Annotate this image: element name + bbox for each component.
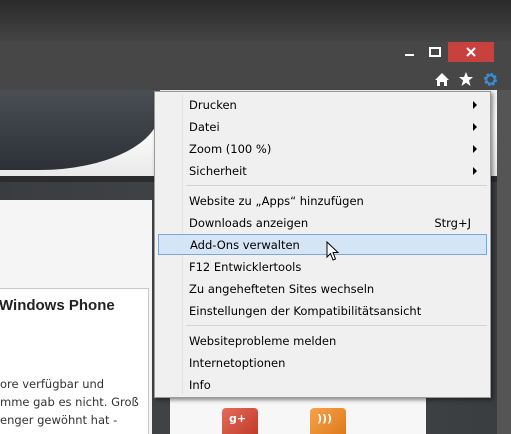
menu-item-internetoptionen[interactable]: Internetoptionen [158, 352, 487, 373]
menu-item-info[interactable]: Info [158, 374, 487, 395]
news-line: mme gab es nicht. Groß [0, 395, 139, 409]
home-icon[interactable] [433, 70, 451, 88]
close-button[interactable] [448, 42, 494, 62]
news-excerpt: ore verfügbar und mme gab es nicht. Groß… [0, 375, 139, 429]
menu-separator [186, 325, 487, 326]
google-plus-app-icon[interactable]: g+ [222, 408, 258, 434]
tools-gear-icon[interactable] [481, 70, 499, 88]
menu-item-sicherheit[interactable]: Sicherheit [158, 160, 487, 181]
menu-item-label: Internetoptionen [189, 355, 286, 370]
vertical-scrollbar[interactable] [497, 90, 511, 434]
menu-item-datei[interactable]: Datei [158, 116, 487, 137]
minimize-button[interactable] [396, 42, 422, 62]
favorites-star-icon[interactable] [457, 70, 475, 88]
maximize-button[interactable] [422, 42, 448, 62]
menu-item-label: Einstellungen der Kompatibilitätsansicht [189, 303, 422, 318]
maximize-icon [429, 47, 441, 57]
news-article-card[interactable]: Windows Phone ore verfügbar und mme gab … [0, 288, 149, 434]
menu-item-shortcut: Strg+J [434, 215, 471, 230]
menu-item-einstellungen-der-kompatibilitätsansicht[interactable]: Einstellungen der Kompatibilitätsansicht [158, 300, 487, 321]
menu-item-label: F12 Entwicklertools [189, 259, 302, 274]
menu-item-label: Add-Ons verwalten [190, 237, 300, 252]
menu-item-label: Zoom (100 %) [189, 141, 272, 156]
menu-item-label: Website zu „Apps“ hinzufügen [189, 193, 364, 208]
submenu-arrow-icon [473, 101, 477, 109]
submenu-arrow-icon [473, 123, 477, 131]
menu-item-website-zu-apps-hinzufügen[interactable]: Website zu „Apps“ hinzufügen [158, 190, 487, 211]
menu-item-f12-entwicklertools[interactable]: F12 Entwicklertools [158, 256, 487, 277]
menu-separator [186, 185, 487, 186]
submenu-arrow-icon [473, 145, 477, 153]
menu-item-zoom-100[interactable]: Zoom (100 %) [158, 138, 487, 159]
menu-item-add-ons-verwalten[interactable]: Add-Ons verwalten [158, 234, 487, 255]
tools-context-menu: Drucken Datei Zoom (100 %) Sicherheit Websit… [154, 91, 491, 398]
desktop-background [0, 0, 511, 42]
menu-item-label: Zu angehefteten Sites wechseln [189, 281, 375, 296]
menu-item-label: Sicherheit [189, 163, 247, 178]
minimize-icon [404, 54, 414, 56]
rss-app-icon[interactable]: ))) [310, 408, 346, 434]
news-line: ore verfügbar und [0, 377, 105, 391]
news-line: enger gewöhnt hat - [0, 413, 118, 427]
window-caption-buttons [396, 42, 494, 62]
menu-item-label: Datei [189, 119, 220, 134]
menu-item-label: Websiteprobleme melden [189, 333, 337, 348]
menu-item-label: Downloads anzeigen [189, 215, 309, 230]
menu-item-drucken[interactable]: Drucken [158, 94, 487, 115]
browser-toolbar [433, 70, 499, 88]
menu-item-websiteprobleme-melden[interactable]: Websiteprobleme melden [158, 330, 487, 351]
mouse-cursor-icon [326, 241, 340, 261]
close-icon [466, 47, 476, 57]
menu-item-downloads-anzeigen[interactable]: Downloads anzeigen Strg+J [158, 212, 487, 233]
menu-item-label: Info [189, 377, 211, 392]
submenu-arrow-icon [473, 167, 477, 175]
menu-item-label: Drucken [189, 97, 237, 112]
menu-item-zu-angehefteten-sites-wechseln[interactable]: Zu angehefteten Sites wechseln [158, 278, 487, 299]
